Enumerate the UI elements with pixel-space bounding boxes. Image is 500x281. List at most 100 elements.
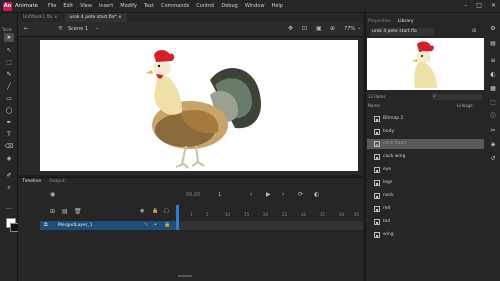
graphic-symbol-icon: ▪ [374,193,380,199]
ruler-tick: 20 [263,212,269,217]
ruler-tick: 25 [282,212,288,217]
menu-window[interactable]: Window [245,3,265,9]
center-stage-icon[interactable]: ⊕ [330,25,335,32]
eraser-tool-icon[interactable]: ⌫ [4,142,14,151]
text-tool-icon[interactable]: T [4,130,14,139]
loop-icon[interactable]: ⟳ [298,191,303,198]
library-file-select[interactable]: urok 4 pete start.fla [370,28,434,36]
library-item-neck[interactable]: ▪ neck [367,191,484,201]
ruler-tick: 5 [206,212,209,217]
menu-commands[interactable]: Commands [161,3,189,9]
pencil-icon[interactable]: ✎ [144,222,148,228]
library-item-cock-wing[interactable]: ▪ cock wing [367,152,484,162]
graphic-symbol-icon: ▪ [374,154,380,160]
layer-frames[interactable] [178,221,363,230]
app-logo: An [3,2,12,11]
stage-canvas[interactable] [40,40,358,171]
library-item-wing[interactable]: ▪ wing [367,230,484,240]
library-item-eye[interactable]: ▪ eye [367,165,484,175]
menu-insert[interactable]: Insert [99,3,113,9]
library-item-bitmap[interactable]: ▪ Bitmap 1 [367,114,484,124]
transform-icon[interactable]: ⬚ [489,99,497,107]
tab-library[interactable]: Library [398,19,414,24]
library-search-input[interactable]: ⌕ [432,93,482,100]
playhead[interactable] [176,205,179,230]
pin-icon[interactable]: ⊞ [472,28,476,34]
more-tools-icon[interactable]: … [4,203,14,212]
paint-bucket-tool-icon[interactable]: ◈ [4,154,14,163]
eyedropper-tool-icon[interactable]: ✐ [4,171,14,180]
align-icon[interactable]: ≡ [489,57,497,65]
pen-tool-icon[interactable]: ✒ [4,118,14,127]
scene-label[interactable]: Scene 1 [68,26,88,32]
menu-debug[interactable]: Debug [221,3,237,9]
layer-name[interactable]: MergedLayer_1 [58,223,93,228]
color-icon[interactable]: ◐ [489,71,497,79]
menu-control[interactable]: Control [196,3,214,9]
menu-modify[interactable]: Modify [120,3,137,9]
transform-tool-icon[interactable]: ⬚ [4,58,14,67]
play-icon[interactable]: ▶ [266,191,271,198]
oval-tool-icon[interactable]: ◯ [4,106,14,115]
outline-all-icon[interactable]: □ [164,208,169,214]
menu-help[interactable]: Help [272,3,283,9]
library-item-label: tail [383,219,391,224]
library-item-red[interactable]: ▪ red [367,204,484,214]
menu-text[interactable]: Text [144,3,154,9]
history-icon[interactable]: ↺ [489,155,497,163]
brush-tool-icon[interactable]: ✎ [4,70,14,79]
back-arrow-icon[interactable]: ← [24,25,29,32]
tab-urok[interactable]: urok 4 pete start.fla* × [64,13,127,22]
menu-file[interactable]: File [48,3,56,9]
code-snippets-icon[interactable]: ✂ [489,127,497,135]
fit-stage-icon[interactable]: ⊡ [302,25,307,32]
lock-all-icon[interactable]: 🔒 [152,208,158,214]
graphic-symbol-icon: ▪ [374,206,380,212]
tab-output[interactable]: Output [49,179,65,184]
menu-edit[interactable]: Edit [63,3,73,9]
menu-view[interactable]: View [80,3,92,9]
layer-row[interactable]: ⧉ MergedLayer_1 ✎ • 🔒 [40,221,178,230]
rectangle-tool-icon[interactable]: ▭ [4,94,14,103]
step-forward-icon[interactable]: › [282,191,284,198]
minimize-icon[interactable]: – [464,2,467,9]
new-folder-icon[interactable]: ▤ [62,208,68,215]
name-column-header[interactable]: Name [368,103,380,108]
chevron-down-icon[interactable]: ⌄ [95,25,99,31]
rooster-illustration[interactable] [40,40,358,171]
tab-properties[interactable]: Properties [368,19,391,24]
show-all-icon[interactable]: ◉ [140,208,144,214]
info-icon[interactable]: ⓘ [489,113,497,121]
onion-skin-icon[interactable]: ◐ [314,191,319,198]
library-item-legs[interactable]: ▪ legs [367,178,484,188]
linkage-column-header[interactable]: Linkage [457,103,473,108]
lock-icon[interactable]: 🔒 [164,222,170,228]
zoom-level[interactable]: 77% [344,26,355,32]
visibility-icon[interactable]: • [154,222,157,228]
camera-icon[interactable]: ◉ [50,191,55,198]
library-item-body[interactable]: ▪ body [367,127,484,137]
properties-icon[interactable]: ⚙ [489,25,497,33]
components-icon[interactable]: ◈ [489,141,497,149]
library-item-tail[interactable]: ▪ tail [367,217,484,227]
subselection-tool-icon[interactable]: ↖ [4,46,14,55]
ruler-tick: 10 [225,212,231,217]
delete-layer-icon[interactable]: 🗑 [74,208,82,215]
selection-tool-icon[interactable]: ➤ [4,33,14,42]
tab-untitled[interactable]: Untitled-1.fla × [18,13,63,22]
timeline-scrollbar[interactable] [178,275,192,277]
library-item-cock-head[interactable]: ▪ cock head [367,139,484,149]
edit-symbols-icon[interactable]: ✥ [288,25,293,32]
zoom-dropdown-icon[interactable]: ⌄ [357,25,361,31]
close-icon[interactable]: ✕ [491,2,496,9]
library-item-label: neck [383,193,394,198]
clip-icon[interactable]: ▣ [316,25,322,32]
new-layer-icon[interactable]: ⊞ [50,208,55,215]
maximize-icon[interactable]: □ [476,2,482,9]
tab-timeline[interactable]: Timeline [22,179,41,184]
line-tool-icon[interactable]: ╱ [4,82,14,91]
zoom-tool-icon[interactable]: ⌕ [4,183,14,192]
library-icon[interactable]: ▤ [489,40,497,48]
step-back-icon[interactable]: ‹ [250,191,252,198]
swatches-icon[interactable]: ▦ [489,85,497,93]
